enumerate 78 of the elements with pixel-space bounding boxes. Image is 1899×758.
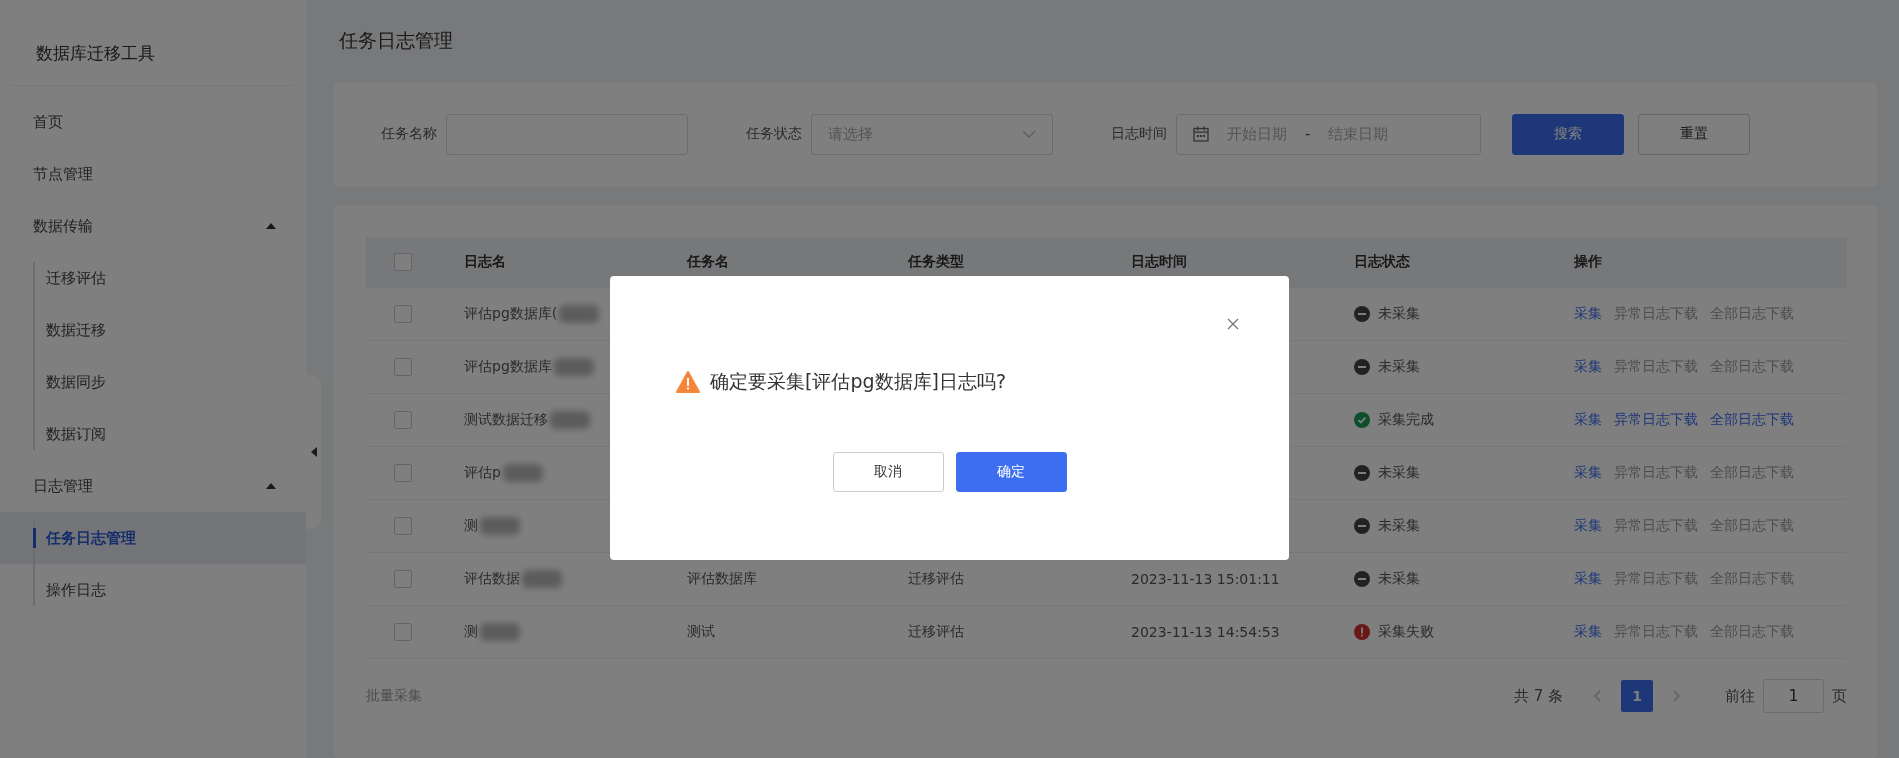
table-cell: 迁移评估	[908, 570, 964, 586]
table-cell: 测试数据迁移	[464, 411, 548, 429]
caret-left-icon	[310, 447, 317, 457]
table-cell: 2023-11-13 15:01:11	[1131, 571, 1280, 587]
column-header: 操作	[1574, 253, 1603, 271]
dialog-message: 确定要采集[评估pg数据库]日志吗?	[710, 369, 1007, 394]
status-text: 未采集	[1378, 570, 1420, 588]
checkbox[interactable]	[394, 305, 412, 323]
action-link[interactable]: 采集	[1574, 464, 1602, 482]
field-label: 任务名称	[381, 125, 437, 143]
close-icon[interactable]	[1227, 318, 1239, 330]
page-input[interactable]: 1	[1763, 679, 1824, 713]
column-header: 日志时间	[1131, 253, 1188, 271]
checkbox[interactable]	[394, 570, 412, 588]
cancel-button[interactable]: 取消	[832, 452, 944, 492]
status-text: 未采集	[1378, 517, 1420, 535]
sidebar-item[interactable]: 操作日志	[0, 564, 306, 616]
caret-up-icon	[266, 223, 276, 229]
table-cell: 评估数据库	[687, 570, 757, 586]
confirm-button[interactable]: 确定	[955, 452, 1067, 492]
action-link[interactable]: 异常日志下载	[1614, 411, 1698, 429]
chevron-left-icon[interactable]	[1593, 690, 1601, 702]
sidebar-item[interactable]: 节点管理	[0, 148, 306, 200]
checkbox[interactable]	[394, 411, 412, 429]
table-cell: 测	[464, 517, 478, 535]
table-cell: 测试	[687, 623, 715, 639]
caret-up-icon	[266, 483, 276, 489]
page-button[interactable]: 1	[1621, 680, 1653, 712]
status-text: 未采集	[1378, 358, 1420, 376]
checkbox[interactable]	[394, 358, 412, 376]
app-title: 数据库迁移工具	[12, 0, 294, 86]
search-button[interactable]: 搜索	[1512, 113, 1624, 155]
table-cell: 评估p	[464, 464, 501, 482]
checkbox[interactable]	[394, 623, 412, 641]
table-cell: 评估数据	[464, 570, 520, 588]
table-cell: 迁移评估	[908, 623, 964, 639]
table-cell: 评估pg数据库(	[464, 305, 558, 323]
reset-button[interactable]: 重置	[1638, 113, 1750, 155]
total-count: 共 7 条	[1513, 686, 1563, 706]
status-text: 未采集	[1378, 464, 1420, 482]
action-link[interactable]: 采集	[1574, 570, 1602, 588]
page-title: 任务日志管理	[338, 28, 454, 53]
action-link[interactable]: 采集	[1574, 411, 1602, 429]
sidebar-item[interactable]: 数据同步	[0, 356, 306, 408]
goto-label: 前往	[1725, 686, 1755, 706]
table-cell: 评估pg数据库	[464, 358, 552, 376]
sidebar-item[interactable]: 首页	[0, 96, 306, 148]
sidebar-item[interactable]: 任务日志管理	[0, 512, 306, 564]
column-header: 日志状态	[1354, 253, 1411, 271]
action-link[interactable]: 全部日志下载	[1710, 411, 1794, 429]
column-header: 日志名	[464, 253, 507, 271]
sidebar-item[interactable]: 数据订阅	[0, 408, 306, 460]
field-label: 任务状态	[746, 125, 802, 143]
sidebar-item[interactable]: 迁移评估	[0, 252, 306, 304]
sidebar-item[interactable]: 数据迁移	[0, 304, 306, 356]
checkbox[interactable]	[394, 464, 412, 482]
collapse-handle[interactable]	[306, 375, 321, 529]
action-link[interactable]: 采集	[1574, 358, 1602, 376]
action-link[interactable]: 采集	[1574, 305, 1602, 323]
chevron-right-icon[interactable]	[1673, 690, 1681, 702]
page-suffix: 页	[1832, 686, 1847, 706]
warning-icon	[676, 371, 700, 393]
chevron-down-icon	[1022, 130, 1036, 138]
status-text: 采集失败	[1378, 623, 1434, 641]
status-text: 未采集	[1378, 305, 1420, 323]
field-label: 日志时间	[1111, 125, 1167, 143]
sidebar-item[interactable]: 数据传输	[0, 200, 306, 252]
checkbox[interactable]	[394, 517, 412, 535]
checkbox[interactable]	[394, 253, 412, 271]
status-text: 采集完成	[1378, 411, 1434, 429]
table-cell: 2023-11-13 14:54:53	[1131, 624, 1280, 640]
table-cell: 测	[464, 623, 478, 641]
column-header: 任务名	[687, 253, 730, 271]
column-header: 任务类型	[908, 253, 965, 271]
calendar-icon	[1193, 126, 1209, 142]
action-link[interactable]: 采集	[1574, 517, 1602, 535]
action-link[interactable]: 采集	[1574, 623, 1602, 641]
sidebar-item[interactable]: 日志管理	[0, 460, 306, 512]
